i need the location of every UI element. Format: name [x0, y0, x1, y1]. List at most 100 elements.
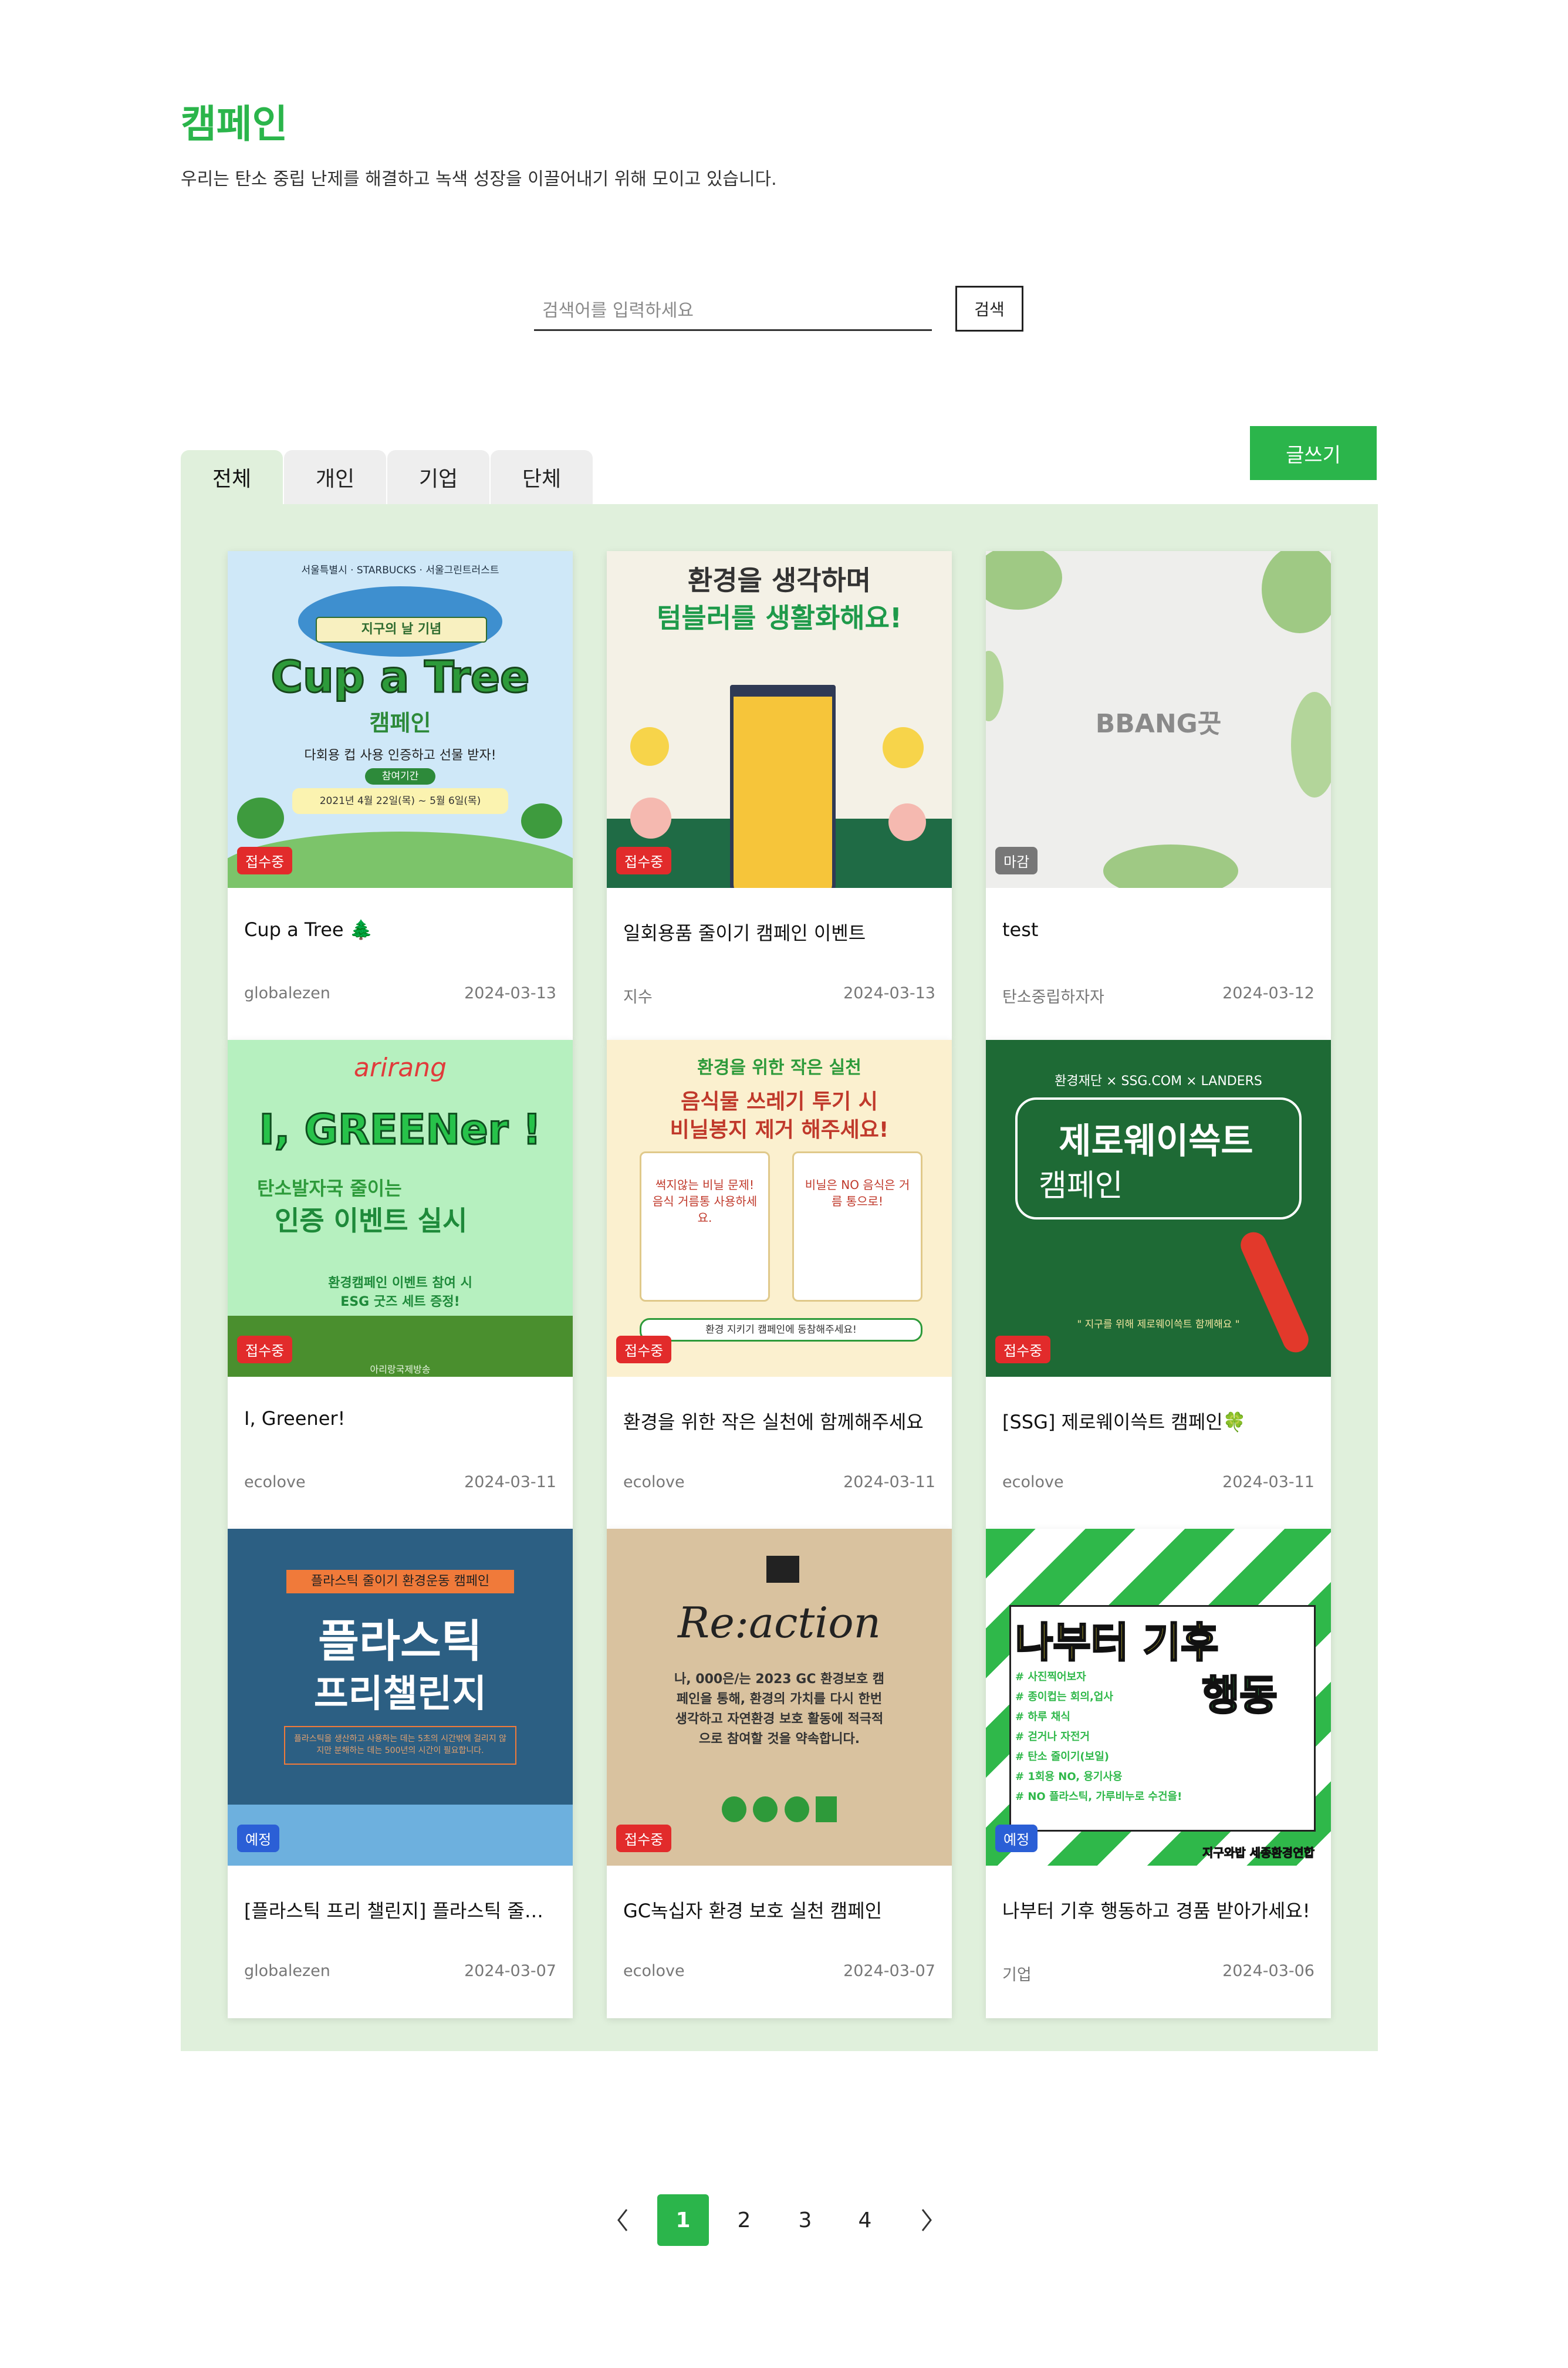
thumb-line1: 플라스틱 [318, 1615, 482, 1667]
action-item: # 탄소 줄이기(보일) [1015, 1751, 1109, 1763]
thumb-footer: 환경 지키기 캠페인에 동참해주세요! [640, 1318, 922, 1342]
tip-box: 비닐은 NO 음식은 거름 통으로! [792, 1151, 922, 1302]
campaign-thumbnail[interactable]: arirang I, GREENer ! 탄소발자국 줄이는 인증 이벤트 실시… [228, 1040, 573, 1377]
thumb-logos: 서울특별시 · STARBUCKS · 서울그린트러스트 [301, 565, 499, 576]
chevron-left-icon [617, 2209, 628, 2231]
tree-icon [722, 1796, 746, 1822]
card-author: 지수 [623, 988, 653, 1006]
card-author: ecolove [1002, 1473, 1064, 1491]
card-title[interactable]: [SSG] 제로웨이쓱트 캠페인🍀 [1002, 1407, 1314, 1434]
campaign-thumbnail[interactable]: 나부터 기후 행동 # 사진찍어보자 # 종이컵는 회의,업사 # 하루 채식 … [986, 1529, 1331, 1866]
tip-box: 썩지않는 비닐 문제! 음식 거름통 사용하세요. [640, 1151, 770, 1302]
thumb-top: 환경을 위한 작은 실천 [697, 1058, 861, 1078]
card-title[interactable]: 나부터 기후 행동하고 경품 받아가세요! [1002, 1896, 1314, 1923]
card-date: 2024-03-11 [1222, 1473, 1314, 1491]
recycle-icon [753, 1796, 778, 1822]
tip-text: 썩지않는 비닐 문제! 음식 거름통 사용하세요. [652, 1178, 758, 1225]
thumb-desc: 다회용 컵 사용 인증하고 선물 받자! [304, 748, 496, 763]
card-title[interactable]: 일회용품 줄이기 캠페인 이벤트 [623, 918, 935, 945]
campaign-card[interactable]: 환경을 생각하며 텀블러를 생활화해요! 접수중 일회용품 줄이기 캠페인 이벤… [607, 551, 952, 1041]
page-subtitle: 우리는 탄소 중립 난제를 해결하고 녹색 성장을 이끌어내기 위해 모이고 있… [181, 169, 777, 190]
card-title[interactable]: GC녹십자 환경 보호 실천 캠페인 [623, 1896, 935, 1923]
thumb-period-label: 참여기간 [365, 768, 435, 785]
thumb-line1: 환경을 생각하며 [687, 565, 871, 596]
thumb-line4: ESG 굿즈 세트 증정! [340, 1295, 460, 1309]
page-3-button[interactable]: 3 [779, 2194, 831, 2246]
tree-shape [521, 803, 562, 839]
thumb-pledge: 나, 000은/는 2023 GC 환경보호 캠페인을 통해, 환경의 가치를 … [674, 1672, 884, 1747]
page-2-button[interactable]: 2 [718, 2194, 770, 2246]
card-title[interactable]: I, Greener! [244, 1407, 556, 1430]
thumb-line2: 텀블러를 생활화해요! [657, 602, 902, 634]
globe-icon [784, 1796, 809, 1822]
card-author: ecolove [244, 1473, 306, 1491]
thumb-footer: 아리랑국제방송 [370, 1364, 431, 1375]
status-badge: 예정 [995, 1825, 1038, 1852]
campaign-thumbnail[interactable]: 환경을 생각하며 텀블러를 생활화해요! [607, 551, 952, 888]
status-badge: 접수중 [995, 1336, 1051, 1363]
thumb-sub: 캠페인 [369, 710, 431, 736]
campaign-card[interactable]: 환경을 위한 작은 실천 음식물 쓰레기 투기 시 비닐봉지 제거 해주세요! … [607, 1040, 952, 1529]
campaign-card[interactable]: 서울특별시 · STARBUCKS · 서울그린트러스트 지구의 날 기념 Cu… [228, 551, 573, 1041]
card-title[interactable]: [플라스틱 프리 챌린지] 플라스틱 줄이기 환경운동 캠페인 [244, 1896, 556, 1923]
card-title[interactable]: test [1002, 918, 1314, 941]
chevron-right-icon [921, 2209, 932, 2231]
thumb-tag: 플라스틱 줄이기 환경운동 캠페인 [286, 1570, 514, 1593]
search-input[interactable] [534, 292, 932, 331]
thumb-ribbon: 지구의 날 기념 [316, 617, 487, 643]
page-1-button[interactable]: 1 [657, 2194, 709, 2246]
tab-individual[interactable]: 개인 [284, 450, 386, 504]
status-badge: 접수중 [237, 847, 293, 874]
thumb-line2: 행동 [1201, 1671, 1279, 1721]
action-item: # 1회용 NO, 용기사용 [1015, 1771, 1123, 1783]
thundersticks-shape [1236, 1228, 1313, 1357]
campaign-thumbnail[interactable]: 서울특별시 · STARBUCKS · 서울그린트러스트 지구의 날 기념 Cu… [228, 551, 573, 888]
thumb-partners: 환경재단 × SSG.COM × LANDERS [1055, 1074, 1262, 1089]
card-author: 기업 [1002, 1966, 1032, 1984]
thumb-line2: 비닐봉지 제거 해주세요! [670, 1118, 889, 1142]
thumb-line1: 나부터 기후 [1014, 1618, 1219, 1668]
tip-text: 비닐은 NO 음식은 거름 통으로! [805, 1178, 910, 1208]
campaign-thumbnail[interactable]: 환경재단 × SSG.COM × LANDERS 제로웨이쓱트 캠페인 " 지구… [986, 1040, 1331, 1377]
leaf-shape [1262, 551, 1331, 633]
status-badge: 마감 [995, 847, 1038, 874]
card-date: 2024-03-07 [464, 1962, 556, 1980]
campaign-card[interactable]: 나부터 기후 행동 # 사진찍어보자 # 종이컵는 회의,업사 # 하루 채식 … [986, 1529, 1331, 2018]
campaign-thumbnail[interactable]: BBANG끗 [986, 551, 1331, 888]
clapperboard-icon [766, 1556, 799, 1583]
campaign-card[interactable]: arirang I, GREENer ! 탄소발자국 줄이는 인증 이벤트 실시… [228, 1040, 573, 1529]
campaign-card[interactable]: 플라스틱 줄이기 환경운동 캠페인 플라스틱 프리챌린지 플라스틱을 생산하고 … [228, 1529, 573, 2018]
write-button[interactable]: 글쓰기 [1250, 426, 1377, 480]
status-badge: 접수중 [616, 1336, 672, 1363]
tab-all[interactable]: 전체 [181, 450, 283, 504]
card-date: 2024-03-13 [464, 984, 556, 1002]
search-button[interactable]: 검색 [955, 286, 1023, 332]
card-author: globalezen [244, 1962, 330, 1980]
flower-shape [888, 803, 926, 841]
card-title[interactable]: 환경을 위한 작은 실천에 함께해주세요 [623, 1407, 935, 1434]
next-page-button[interactable] [900, 2194, 952, 2246]
campaign-card[interactable]: 환경재단 × SSG.COM × LANDERS 제로웨이쓱트 캠페인 " 지구… [986, 1040, 1331, 1529]
card-date: 2024-03-11 [843, 1473, 935, 1491]
eco-icons [722, 1796, 837, 1822]
campaign-card[interactable]: Re:action 나, 000은/는 2023 GC 환경보호 캠페인을 통해… [607, 1529, 952, 2018]
card-author: ecolove [623, 1473, 685, 1491]
campaign-thumbnail[interactable]: 환경을 위한 작은 실천 음식물 쓰레기 투기 시 비닐봉지 제거 해주세요! … [607, 1040, 952, 1377]
thumb-brand: arirang [353, 1053, 447, 1083]
action-list: # 사진찍어보자 # 종이컵는 회의,업사 # 하루 채식 # 걷거나 자전거 … [1015, 1667, 1197, 1807]
action-item: # 종이컵는 회의,업사 [1015, 1691, 1113, 1703]
card-title[interactable]: Cup a Tree 🌲 [244, 918, 556, 941]
thumb-headline: Re:action [677, 1598, 881, 1647]
prev-page-button[interactable] [597, 2194, 649, 2246]
campaign-thumbnail[interactable]: Re:action 나, 000은/는 2023 GC 환경보호 캠페인을 통해… [607, 1529, 952, 1866]
tumbler-shape [730, 685, 836, 888]
tab-company[interactable]: 기업 [387, 450, 489, 504]
tab-group[interactable]: 단체 [491, 450, 593, 504]
campaign-thumbnail[interactable]: 플라스틱 줄이기 환경운동 캠페인 플라스틱 프리챌린지 플라스틱을 생산하고 … [228, 1529, 573, 1866]
card-date: 2024-03-06 [1222, 1962, 1314, 1980]
page-4-button[interactable]: 4 [839, 2194, 891, 2246]
thumb-footer: 지구와밥 세종환경연합 [1202, 1846, 1315, 1860]
campaign-card[interactable]: BBANG끗 마감 test 탄소중립하자자 2024-03-12 [986, 551, 1331, 1041]
leaf-shape [1103, 844, 1238, 888]
flower-shape [630, 798, 671, 839]
